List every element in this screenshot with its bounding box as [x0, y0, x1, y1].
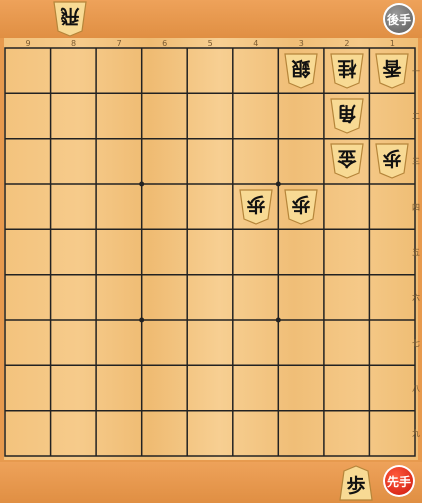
hoshi-point — [139, 181, 145, 187]
file-label: 7 — [116, 39, 122, 48]
gote-piece[interactable]: 歩 — [238, 189, 273, 225]
gote-piece[interactable]: 金 — [329, 143, 364, 179]
hoshi-point — [275, 317, 281, 323]
piece-label: 飛 — [60, 5, 80, 28]
file-label: 9 — [25, 39, 31, 48]
gote-piece[interactable]: 銀 — [284, 53, 318, 89]
rank-label: 九 — [412, 429, 420, 439]
gote-piece[interactable]: 角 — [329, 98, 364, 134]
rank-label: 二 — [412, 112, 420, 121]
sente-badge: 先手 — [383, 465, 415, 497]
piece-label: 金 — [337, 147, 357, 170]
piece-label: 桂 — [337, 57, 357, 80]
gote-piece[interactable]: 桂 — [329, 53, 364, 89]
rank-label: 一 — [412, 66, 420, 76]
rank-label: 七 — [412, 338, 420, 348]
piece-label: 銀 — [291, 57, 311, 80]
gote-piece[interactable]: 香 — [375, 53, 409, 89]
piece-label: 歩 — [246, 193, 266, 216]
file-label: 3 — [298, 39, 304, 48]
gote-piece[interactable]: 歩 — [375, 143, 409, 179]
file-label: 6 — [162, 39, 168, 48]
rank-label: 四 — [412, 202, 420, 212]
file-label: 5 — [207, 39, 213, 48]
hoshi-point — [139, 317, 145, 323]
hoshi-point — [275, 181, 281, 187]
piece-label: 歩 — [346, 474, 366, 497]
rank-label: 三 — [412, 157, 420, 167]
file-label: 4 — [253, 39, 259, 48]
piece-label: 角 — [337, 102, 357, 125]
rank-label: 八 — [412, 384, 420, 393]
sente-hand-piece[interactable]: 歩 — [339, 465, 373, 501]
gote-hand-piece[interactable]: 飛 — [53, 1, 87, 37]
piece-label: 歩 — [382, 147, 402, 170]
file-label: 2 — [344, 39, 350, 48]
gote-badge: 後手 — [383, 3, 415, 35]
file-label: 1 — [389, 39, 395, 48]
gote-piece[interactable]: 歩 — [284, 189, 318, 225]
rank-label: 五 — [412, 248, 420, 257]
file-label: 8 — [71, 39, 77, 48]
piece-label: 歩 — [291, 193, 311, 216]
piece-label: 香 — [382, 57, 402, 80]
rank-label: 六 — [412, 293, 420, 303]
